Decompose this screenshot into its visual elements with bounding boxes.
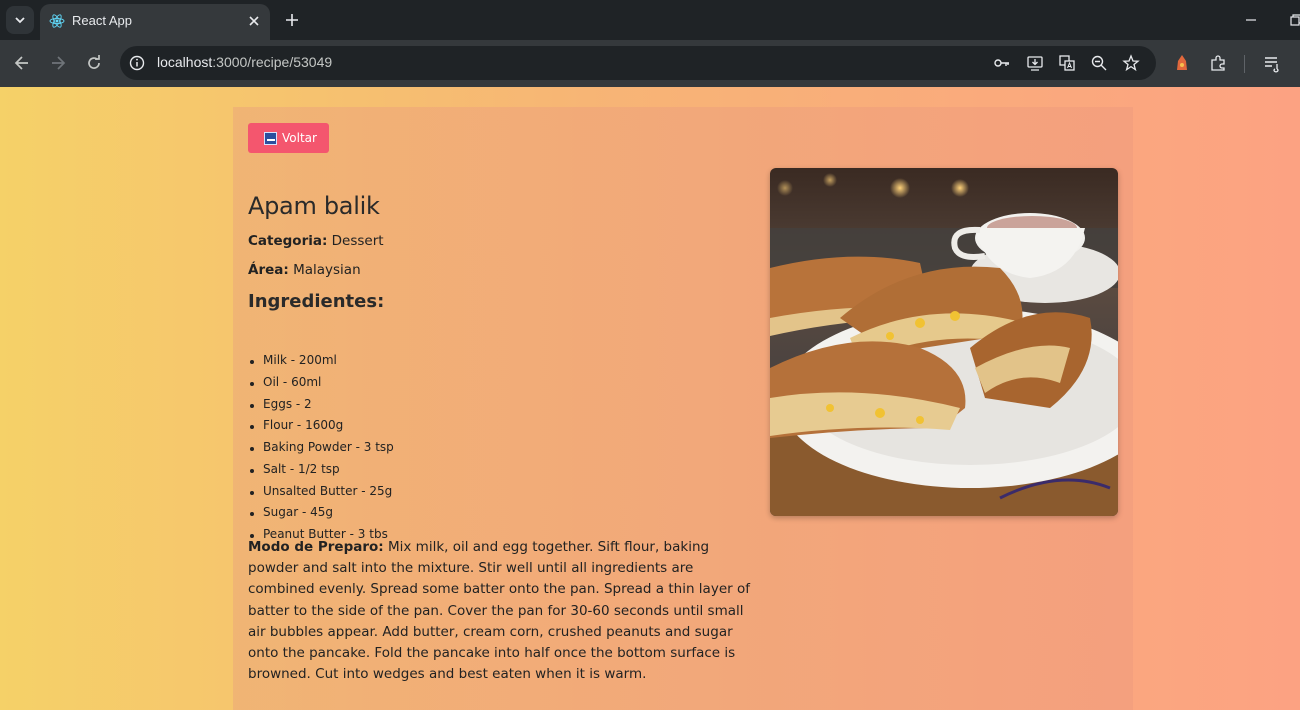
browser-toolbar: localhost:3000/recipe/53049 <box>0 40 1300 87</box>
ingredient-item: Salt - 1/2 tsp <box>248 462 340 476</box>
area-value: Malaysian <box>293 262 361 278</box>
back-button-label: Voltar <box>282 131 317 145</box>
ingredient-item: Oil - 60ml <box>248 375 321 389</box>
ingredient-item: Sugar - 45g <box>248 505 333 519</box>
category-value: Dessert <box>331 233 384 249</box>
ingredient-item: Unsalted Butter - 25g <box>248 484 392 498</box>
instructions: Modo de Preparo: Mix milk, oil and egg t… <box>248 537 763 685</box>
translate-icon[interactable] <box>1058 54 1076 72</box>
ingredient-item: Milk - 200ml <box>248 353 337 367</box>
install-app-icon[interactable] <box>1026 54 1044 72</box>
ingredients-heading: Ingredientes: <box>248 291 385 312</box>
url-text[interactable]: localhost:3000/recipe/53049 <box>157 54 332 70</box>
address-bar[interactable]: localhost:3000/recipe/53049 <box>120 46 1156 80</box>
ingredient-item: Eggs - 2 <box>248 397 312 411</box>
back-arrow-icon[interactable] <box>12 53 32 73</box>
url-path: :3000/recipe/53049 <box>212 54 333 70</box>
tab-strip: React App <box>0 0 1300 40</box>
bookmark-star-icon[interactable] <box>1122 54 1140 72</box>
ingredient-item: Flour - 1600g <box>248 418 343 432</box>
media-queue-icon[interactable] <box>1262 53 1282 73</box>
area-label: Área: <box>248 262 289 278</box>
tab-search-button[interactable] <box>6 6 34 34</box>
area-line: Área: Malaysian <box>248 262 361 278</box>
recipe-card: Voltar Apam balik Categoria: Dessert Áre… <box>233 107 1133 710</box>
page-viewport: Voltar Apam balik Categoria: Dessert Áre… <box>0 87 1300 710</box>
minimize-icon[interactable] <box>1243 12 1259 28</box>
restore-icon[interactable] <box>1288 12 1300 28</box>
url-host: localhost <box>157 54 213 70</box>
tab-title: React App <box>72 13 132 28</box>
active-tab[interactable]: React App <box>40 4 270 40</box>
chevron-down-icon <box>15 17 25 24</box>
site-info-icon[interactable] <box>128 54 146 72</box>
category-line: Categoria: Dessert <box>248 233 384 249</box>
recipe-title: Apam balik <box>248 192 380 220</box>
react-logo-icon <box>49 14 65 28</box>
category-label: Categoria: <box>248 233 328 249</box>
back-icon <box>264 131 277 145</box>
password-key-icon[interactable] <box>993 54 1011 72</box>
extensions-puzzle-icon[interactable] <box>1208 53 1228 73</box>
recipe-photo <box>770 168 1118 516</box>
forward-arrow-icon[interactable] <box>48 53 68 73</box>
zoom-out-icon[interactable] <box>1090 54 1108 72</box>
instructions-text: Mix milk, oil and egg together. Sift flo… <box>248 539 750 683</box>
toolbar-separator <box>1244 55 1245 73</box>
extension-fox-icon[interactable] <box>1172 53 1192 73</box>
new-tab-icon[interactable] <box>283 11 301 29</box>
apam-balik-image <box>770 168 1118 516</box>
instructions-label: Modo de Preparo: <box>248 539 384 555</box>
ingredient-item: Baking Powder - 3 tsp <box>248 440 394 454</box>
reload-icon[interactable] <box>84 53 104 73</box>
close-icon[interactable] <box>246 13 262 29</box>
back-button[interactable]: Voltar <box>248 123 329 153</box>
